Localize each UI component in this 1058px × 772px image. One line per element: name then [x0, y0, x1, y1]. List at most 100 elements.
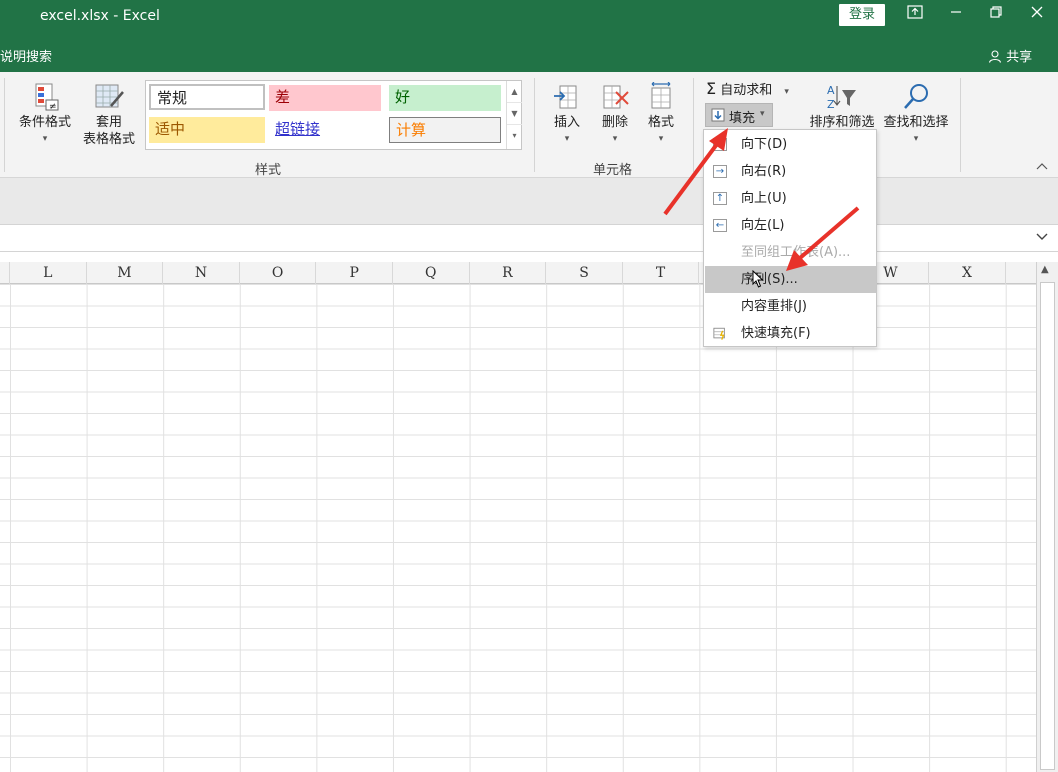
menu-item-across-worksheets: 至同组工作表(A)... — [705, 239, 876, 266]
menu-item-label: 快速填充(F) — [741, 326, 811, 341]
share-button[interactable]: 共享 — [988, 46, 1032, 65]
fill-button[interactable]: 填充 ▾ — [705, 103, 773, 127]
fill-down-icon — [711, 108, 725, 122]
magnifier-icon — [904, 84, 928, 109]
chevron-down-icon: ▾ — [42, 134, 48, 144]
column-header-l[interactable]: L — [10, 262, 87, 284]
styles-group-label: 样式 — [255, 163, 282, 178]
column-header-x[interactable]: X — [929, 262, 1006, 284]
delete-label: 删除 — [601, 115, 628, 130]
group-separator — [693, 78, 694, 172]
worksheet-grid[interactable] — [0, 284, 1036, 772]
gallery-scroll[interactable]: ▲ ▼ ▾ — [506, 81, 522, 149]
expand-formula-bar-icon[interactable] — [1036, 230, 1048, 244]
person-icon — [988, 50, 1002, 63]
menu-item-label: 序列(S)... — [741, 272, 798, 287]
menu-item-flash-fill[interactable]: 快速填充(F) — [705, 320, 876, 347]
menu-item-fill-down[interactable]: ↓ 向下(D) — [705, 131, 876, 158]
tell-me-search[interactable]: 说明搜索 — [0, 46, 52, 65]
fill-up-icon: ↑ — [713, 192, 727, 205]
sigma-icon: Σ — [706, 79, 717, 98]
column-header-s[interactable]: S — [546, 262, 623, 284]
chevron-down-icon: ▾ — [612, 134, 618, 144]
column-header-partial — [0, 262, 10, 284]
fill-label: 填充 — [729, 111, 756, 126]
autosum-button[interactable]: Σ 自动求和 ▾ — [706, 80, 806, 101]
style-bad[interactable]: 差 — [269, 85, 381, 111]
ribbon: ≠ 条件格式 ▾ 套用 表格格式 常规 差 好 适中 超链接 计算 ▲ ▼ ▾ — [0, 72, 1058, 178]
column-header-o[interactable]: O — [240, 262, 317, 284]
menu-item-justify[interactable]: 内容重排(J) — [705, 293, 876, 320]
group-separator — [534, 78, 535, 172]
sort-filter-label: 排序和筛选 — [809, 115, 875, 130]
column-header-n[interactable]: N — [163, 262, 240, 284]
svg-text:Z: Z — [827, 98, 835, 111]
chevron-down-icon: ▾ — [658, 134, 664, 144]
find-select-button[interactable]: 查找和选择 ▾ — [880, 82, 952, 148]
conditional-format-icon: ≠ — [35, 83, 59, 112]
style-normal[interactable]: 常规 — [149, 84, 265, 110]
collapse-ribbon-icon[interactable] — [1036, 160, 1048, 173]
menu-item-fill-right[interactable]: → 向右(R) — [705, 158, 876, 185]
column-header-r[interactable]: R — [470, 262, 547, 284]
cells-group-label: 单元格 — [593, 163, 633, 178]
insert-cells-icon — [554, 85, 577, 109]
insert-button[interactable]: 插入 ▾ — [546, 82, 588, 148]
fill-right-icon: → — [713, 165, 727, 178]
style-neutral[interactable]: 适中 — [149, 117, 265, 143]
chevron-down-icon: ▾ — [564, 134, 570, 144]
mouse-pointer-icon — [752, 270, 764, 288]
fill-down-icon: ↓ — [713, 138, 727, 151]
style-hyperlink[interactable]: 超链接 — [269, 117, 381, 143]
menu-item-series[interactable]: 序列(S)... — [705, 266, 876, 293]
scroll-up-icon[interactable]: ▲ — [1041, 264, 1049, 275]
title-bar: excel.xlsx - Excel 登录 说明搜索 共享 — [0, 0, 1058, 72]
column-header-t[interactable]: T — [623, 262, 700, 284]
sort-filter-button[interactable]: A Z 排序和筛选 — [806, 82, 878, 131]
column-header-m[interactable]: M — [87, 262, 164, 284]
column-header-p[interactable]: P — [316, 262, 393, 284]
gallery-more-icon[interactable]: ▾ — [507, 125, 522, 147]
svg-text:A: A — [827, 84, 835, 97]
gallery-down-icon[interactable]: ▼ — [507, 103, 522, 125]
scrollbar-thumb[interactable] — [1040, 282, 1055, 770]
login-button[interactable]: 登录 — [839, 4, 885, 26]
find-select-label: 查找和选择 — [883, 115, 949, 130]
gallery-up-icon[interactable]: ▲ — [507, 81, 522, 103]
delete-cells-icon — [603, 85, 629, 109]
chevron-down-icon: ▾ — [913, 134, 919, 144]
menu-item-label: 向下(D) — [741, 137, 788, 152]
sort-filter-icon: A Z — [827, 84, 856, 111]
chevron-down-icon: ▾ — [760, 109, 765, 119]
conditional-format-label: 条件格式 — [18, 115, 71, 130]
excel-window: excel.xlsx - Excel 登录 说明搜索 共享 ≠ 条件格式 ▾ 套… — [0, 0, 1058, 772]
chevron-down-icon: ▾ — [784, 87, 789, 97]
table-format-icon — [95, 84, 124, 108]
menu-item-label: 内容重排(J) — [741, 299, 807, 314]
autosum-label: 自动求和 — [720, 83, 773, 98]
style-calculation[interactable]: 计算 — [389, 117, 501, 143]
close-icon[interactable] — [1017, 4, 1057, 26]
fill-dropdown-menu: ↓ 向下(D) → 向右(R) ↑ 向上(U) ← 向左(L) 至同组工作表(A… — [703, 129, 877, 347]
restore-icon[interactable] — [976, 4, 1016, 26]
fill-left-icon: ← — [713, 219, 727, 232]
style-good[interactable]: 好 — [389, 85, 501, 111]
toolbar-band — [0, 178, 1058, 224]
insert-label: 插入 — [553, 115, 580, 130]
format-button[interactable]: 格式 ▾ — [640, 82, 682, 148]
ribbon-display-options-icon[interactable] — [895, 4, 935, 26]
vertical-scrollbar[interactable]: ▲ — [1036, 262, 1058, 772]
column-header-q[interactable]: Q — [393, 262, 470, 284]
conditional-format-button[interactable]: ≠ 条件格式 ▾ — [14, 82, 76, 148]
format-label: 格式 — [647, 115, 674, 130]
cell-styles-gallery: 常规 差 好 适中 超链接 计算 ▲ ▼ ▾ — [145, 80, 522, 150]
menu-item-fill-up[interactable]: ↑ 向上(U) — [705, 185, 876, 212]
minimize-icon[interactable] — [936, 4, 976, 26]
menu-item-label: 向左(L) — [741, 218, 785, 233]
format-as-table-button[interactable]: 套用 表格格式 — [76, 82, 142, 148]
menu-item-fill-left[interactable]: ← 向左(L) — [705, 212, 876, 239]
menu-item-label: 向上(U) — [741, 191, 787, 206]
formula-bar[interactable] — [0, 224, 1058, 252]
delete-button[interactable]: 删除 ▾ — [594, 82, 636, 148]
menu-item-label: 至同组工作表(A)... — [741, 245, 851, 260]
